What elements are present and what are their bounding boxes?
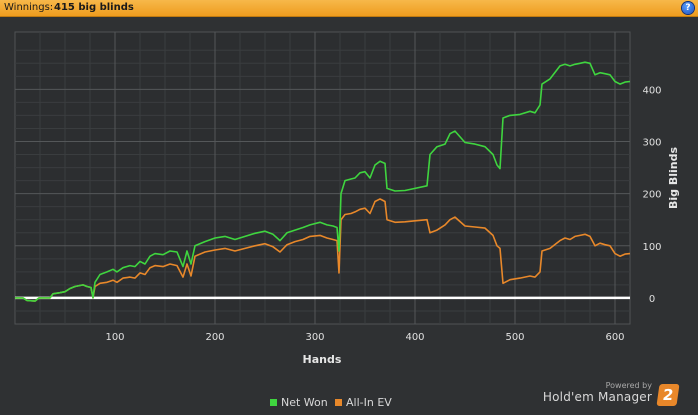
x-tick-label: 600 bbox=[605, 332, 624, 343]
winnings-chart: 100 200 300 400 500 600 0 100 200 300 400 Hands Bi… bbox=[14, 31, 680, 366]
brand-name: Hold'em Manager bbox=[542, 390, 652, 404]
y-axis-label: Big Blinds bbox=[667, 147, 680, 209]
legend-all-in-ev: All-In EV bbox=[335, 396, 392, 409]
net-won-swatch bbox=[270, 399, 277, 406]
y-tick-label: 400 bbox=[642, 85, 661, 96]
powered-by-text: Powered by bbox=[605, 381, 652, 390]
x-tick-label: 100 bbox=[105, 332, 124, 343]
y-tick-label: 300 bbox=[642, 138, 661, 149]
legend-all-in-ev-label: All-In EV bbox=[346, 396, 392, 409]
x-tick-label: 200 bbox=[205, 332, 224, 343]
legend-net-won-label: Net Won bbox=[281, 396, 328, 409]
plot-area bbox=[14, 31, 631, 325]
brand-logo-badge: 2 bbox=[656, 384, 680, 406]
x-tick-label: 500 bbox=[505, 332, 524, 343]
all-in-ev-swatch bbox=[335, 399, 342, 406]
branding: Powered by Hold'em Manager 2 bbox=[532, 381, 692, 411]
y-tick-label: 100 bbox=[642, 242, 661, 253]
x-axis-label: Hands bbox=[303, 353, 342, 366]
y-tick-label: 200 bbox=[642, 190, 661, 201]
x-tick-label: 400 bbox=[405, 332, 424, 343]
x-tick-label: 300 bbox=[305, 332, 324, 343]
y-tick-label: 0 bbox=[649, 294, 655, 305]
legend-net-won: Net Won bbox=[270, 396, 328, 409]
